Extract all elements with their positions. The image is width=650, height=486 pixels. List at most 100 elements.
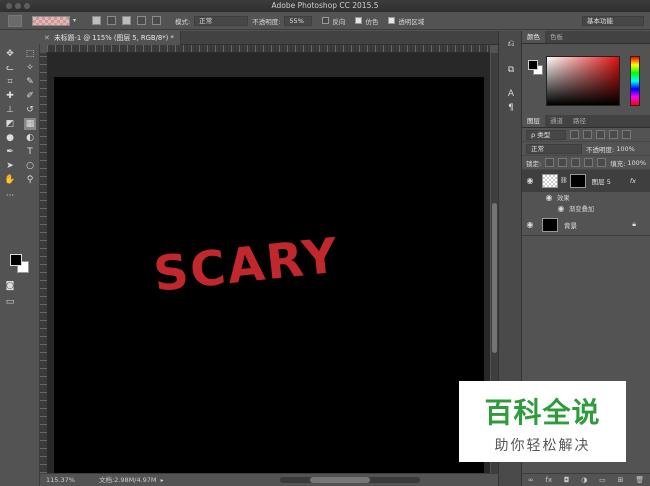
eye-icon[interactable]: ◉ (556, 204, 566, 213)
history-panel-icon[interactable]: ⎌ (505, 39, 517, 51)
horizontal-scrollbar[interactable] (280, 477, 420, 483)
layer-filter-select[interactable]: ρ 类型 (526, 129, 566, 140)
layer-mask-thumbnail[interactable] (569, 173, 586, 188)
lock-row: 锁定: 填充: 100% (522, 156, 650, 170)
ellipse-tool-icon[interactable]: ○ (24, 160, 36, 172)
effects-row[interactable]: ◉ 效果 (522, 192, 650, 203)
eye-icon[interactable]: ◉ (522, 176, 538, 185)
status-menu-arrow-icon[interactable]: ▸ (161, 477, 164, 484)
new-group-icon[interactable]: ▭ (599, 476, 606, 484)
minimize-window-button[interactable] (15, 3, 21, 9)
type-tool-icon[interactable]: T (24, 146, 36, 158)
zoom-tool-icon[interactable]: ⚲ (24, 174, 36, 186)
layer-opacity-field[interactable]: 100% (616, 145, 635, 153)
chevron-down-icon[interactable]: ▾ (73, 17, 76, 24)
linear-gradient-button[interactable] (92, 16, 102, 25)
filter-adjustment-icon[interactable] (583, 130, 592, 139)
move-tool-icon[interactable]: ✥ (4, 48, 16, 60)
hand-tool-icon[interactable]: ✋ (4, 174, 16, 186)
new-layer-icon[interactable]: ⊞ (618, 476, 624, 484)
filter-type-icon[interactable] (596, 130, 605, 139)
fx-icon[interactable]: fx (630, 177, 636, 185)
gradient-overlay-row[interactable]: ◉ 渐变叠加 (522, 203, 650, 214)
character-panel-icon[interactable]: A (505, 89, 517, 101)
vertical-ruler (40, 53, 47, 473)
magic-wand-tool-icon[interactable]: ✧ (24, 62, 36, 74)
reverse-checkbox[interactable] (322, 17, 330, 24)
eyedropper-tool-icon[interactable]: ✎ (24, 76, 36, 88)
close-tab-icon[interactable]: ✕ (44, 31, 50, 45)
workspace-select[interactable]: 基本功能 (582, 15, 644, 26)
dither-checkbox[interactable] (355, 17, 363, 24)
color-field[interactable] (546, 56, 620, 106)
layer-name[interactable]: 图层 5 (592, 176, 611, 186)
filter-pixel-icon[interactable] (570, 130, 579, 139)
radial-gradient-button[interactable] (107, 16, 117, 25)
close-window-button[interactable] (6, 3, 12, 9)
blend-mode-select[interactable]: 正常 (526, 143, 582, 154)
pen-tool-icon[interactable]: ✒ (4, 146, 16, 158)
effects-label: 效果 (557, 195, 570, 202)
hue-slider[interactable] (630, 56, 640, 106)
eye-icon[interactable]: ◉ (522, 220, 538, 229)
foreground-color-swatch[interactable] (10, 254, 22, 266)
lasso-tool-icon[interactable]: ᓚ (4, 62, 16, 74)
transparency-checkbox[interactable] (388, 17, 396, 24)
lock-artboard-icon[interactable] (584, 158, 594, 167)
tab-swatches[interactable]: 色板 (545, 31, 568, 43)
layer-row[interactable]: ◉ ⛓ 图层 5 fx (522, 170, 650, 192)
gradient-tool-preset-icon[interactable] (8, 14, 22, 27)
brush-tool-icon[interactable]: ✐ (24, 90, 36, 102)
trash-icon[interactable]: 🗑︎ (635, 476, 644, 484)
tab-channels[interactable]: 通道 (545, 115, 568, 127)
tab-layers[interactable]: 图层 (522, 115, 545, 127)
reflected-gradient-button[interactable] (137, 16, 147, 25)
marquee-tool-icon[interactable]: ⬚ (24, 48, 36, 60)
lock-image-icon[interactable] (558, 158, 568, 167)
filter-shape-icon[interactable] (609, 130, 618, 139)
add-style-icon[interactable]: fx (546, 476, 553, 484)
zoom-window-button[interactable] (24, 3, 30, 9)
history-brush-tool-icon[interactable]: ↺ (24, 104, 36, 116)
lock-transparent-icon[interactable] (545, 158, 555, 167)
more-tools-icon[interactable]: ··· (4, 190, 16, 202)
clone-stamp-tool-icon[interactable]: ⊥ (4, 104, 16, 116)
diamond-gradient-button[interactable] (152, 16, 162, 25)
dodge-tool-icon[interactable]: ◐ (24, 132, 36, 144)
properties-panel-icon[interactable]: ⧉ (505, 65, 517, 77)
document-tab[interactable]: ✕ 未标题-1 @ 115% (图层 5, RGB/8*) * (40, 31, 181, 45)
horizontal-scroll-thumb[interactable] (310, 477, 370, 483)
fill-field[interactable]: 100% (627, 159, 646, 167)
eraser-tool-icon[interactable]: ◩ (4, 118, 16, 130)
zoom-level[interactable]: 115.37% (46, 476, 75, 484)
quick-mask-icon[interactable]: ◙ (4, 280, 16, 292)
canvas-area[interactable]: SCARY (47, 53, 490, 473)
tab-color[interactable]: 颜色 (522, 31, 545, 43)
layer-name[interactable]: 背景 (564, 220, 577, 230)
gradient-tool-icon[interactable]: ▦ (24, 118, 36, 130)
panel-foreground-swatch[interactable] (528, 60, 538, 70)
lock-all-icon[interactable] (597, 158, 607, 167)
angle-gradient-button[interactable] (122, 16, 132, 25)
lock-position-icon[interactable] (571, 158, 581, 167)
add-mask-icon[interactable]: ◘ (564, 476, 570, 484)
path-selection-tool-icon[interactable]: ➤ (4, 160, 16, 172)
vertical-scroll-thumb[interactable] (492, 203, 497, 353)
gradient-picker[interactable] (32, 15, 70, 26)
document-info: 文档:2.98M/4.97M (99, 476, 157, 484)
healing-brush-tool-icon[interactable]: ✚ (4, 90, 16, 102)
screen-mode-icon[interactable]: ▭ (4, 296, 16, 308)
layer-row[interactable]: ◉ 背景 🔒︎ (522, 214, 650, 236)
crop-tool-icon[interactable]: ⌗ (4, 76, 16, 88)
eye-icon[interactable]: ◉ (544, 193, 554, 202)
mode-select[interactable]: 正常 (194, 15, 249, 26)
adjustment-layer-icon[interactable]: ◑ (581, 476, 587, 484)
blur-tool-icon[interactable]: ● (4, 132, 16, 144)
link-layers-icon[interactable]: ∞ (528, 476, 534, 484)
opacity-field[interactable]: 55% (284, 15, 313, 26)
tab-paths[interactable]: 路径 (568, 115, 591, 127)
document-canvas[interactable]: SCARY (54, 77, 484, 473)
status-bar: 115.37% 文档:2.98M/4.97M ▸ (40, 473, 498, 486)
filter-smart-object-icon[interactable] (622, 130, 631, 139)
paragraph-panel-icon[interactable]: ¶ (505, 103, 517, 115)
